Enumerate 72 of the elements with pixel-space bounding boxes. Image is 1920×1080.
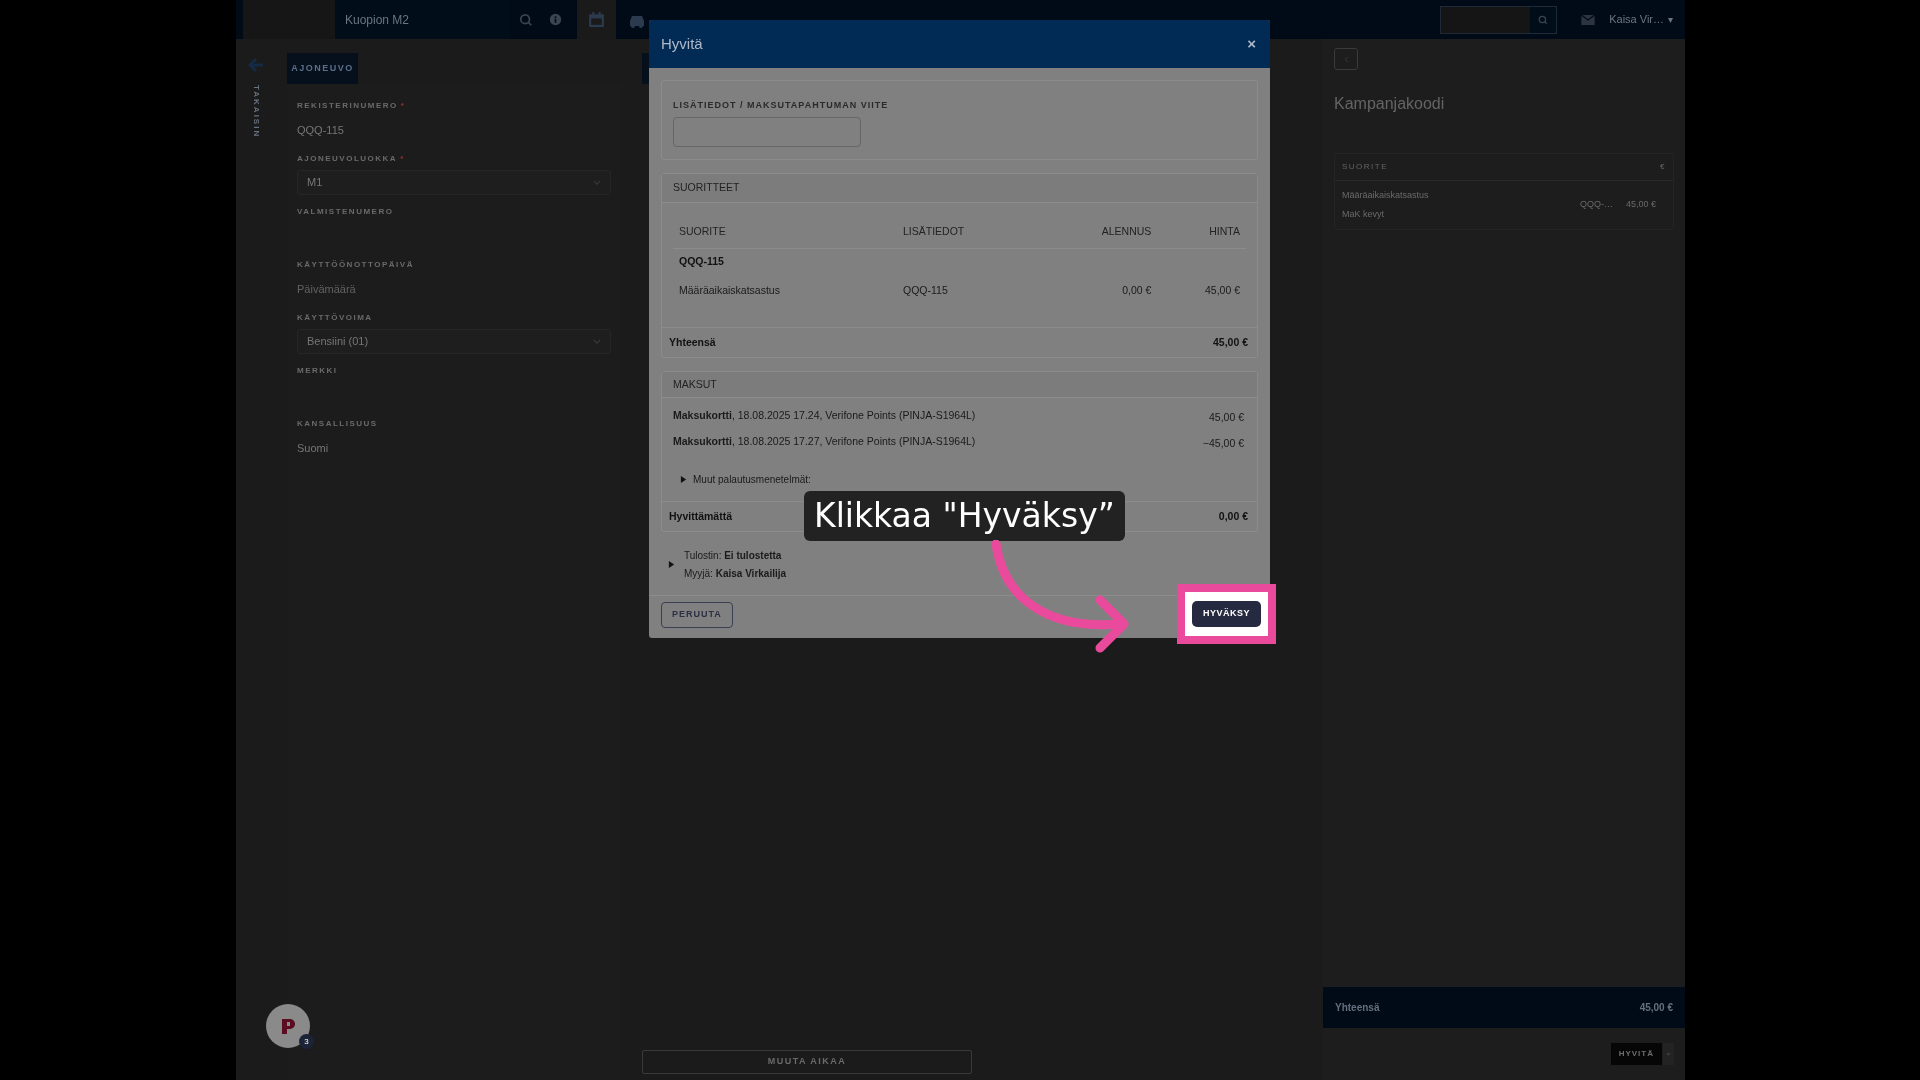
payment-line: Maksukortti, 18.08.2025 17.24, Verifone Points (PINJA-S1964L) [673,408,976,423]
other-methods-toggle[interactable]: Muut palautusmenetelmät: [680,472,1246,487]
required-mark: * [400,153,405,165]
service-name: Määräaikaiskatsastus [1342,189,1430,202]
back-label[interactable]: TAKAISIN [250,85,262,139]
remaining-amount: 0,00 € [1218,508,1248,524]
payment-line: Maksukortti, 18.08.2025 17.27, Verifone Points (PINJA-S1964L) [673,434,976,449]
info-icon[interactable] [549,13,562,26]
group-title: QQQ-115 [678,254,725,270]
payment-amount: −45,00 € [1202,436,1244,452]
service-detail: MaK kevyt [1342,207,1385,221]
table-cell-text: QQQ-… [1580,198,1614,212]
field-label: AJONEUVOLUOKKA [297,153,398,165]
total-amount: 45,00 € [1212,334,1248,350]
remaining-label: Hyvittämättä [669,508,733,524]
user-menu[interactable]: Kaisa Vir… [1609,11,1664,28]
cancel-button[interactable]: PERUUTA [661,602,733,628]
total-label: Yhteensä [669,334,716,350]
search-icon[interactable] [1538,14,1549,25]
search-field[interactable] [1440,5,1558,34]
column-header: SUORITE [679,224,727,240]
field-label: VALMISTENUMERO [297,206,394,218]
column-header: ALENNUS [1100,224,1152,240]
section-header: MAKSUT [673,376,717,392]
back-button[interactable] [1334,48,1358,70]
table-cell-text: 0,00 € [1121,283,1152,299]
select-field[interactable]: Bensiini (01) [297,329,611,354]
close-button[interactable]: × [1247,32,1256,56]
table-cell-text: 45,00 € [1203,283,1240,299]
info-line: Myyjä: Kaisa Virkailija [684,567,787,581]
table-cell-text: QQQ-115 [903,283,949,299]
change-time-button[interactable]: MUUTA AIKAA [642,1050,972,1074]
search-icon[interactable] [519,12,533,27]
field-label: KÄYTTÖVOIMA [297,312,373,324]
field-label: MERKKI [297,365,338,377]
payment-amount: 45,00 € [1208,410,1244,426]
select-field[interactable]: M1 [297,170,611,195]
field-label: LISÄTIEDOT / MAKSUTAPAHTUMAN VIITE [673,99,890,112]
required-mark: * [400,100,406,112]
field-value: Suomi [297,441,330,456]
table-cell-text: 45,00 € [1626,198,1658,212]
back-arrow-icon[interactable] [248,57,264,73]
field-label: KÄYTTÖÖNOTTOPÄIVÄ [297,259,414,271]
chevron-down-icon [593,180,601,185]
triangle-icon [680,475,687,484]
dropdown-button[interactable] [1663,1043,1674,1065]
column-header: € [1660,161,1666,173]
total-label: Yhteensä [1335,1001,1380,1015]
column-header: LISÄTIEDOT [903,224,966,240]
table-cell-text: Määräaikaiskatsastus [679,283,781,299]
field-value: QQQ-115 [297,123,345,138]
info-line: Tulostin: Ei tulostetta [684,549,783,563]
calendar-icon [588,11,605,28]
dialog-title: Hyvitä [661,33,703,54]
field-label: KANSALLISUUS [297,418,378,430]
approve-button[interactable]: HYVÄKSY [1192,601,1261,627]
total-amount: 45,00 € [1639,1001,1673,1015]
date-field[interactable]: Päivämäärä [297,281,611,298]
reference-input[interactable] [673,116,861,147]
caret-icon[interactable]: ▾ [1668,12,1673,27]
column-header: HINTA [1208,224,1240,240]
panel-title: Kampanjakoodi [1334,94,1446,114]
triangle-icon[interactable] [668,560,675,569]
section-header: SUORITTEET [673,180,740,196]
chevron-down-icon [593,339,601,344]
vehicle-tab[interactable]: AJONEUVO [287,53,358,84]
tooltip: Klikkaa "Hyväksy” [804,491,1125,541]
mail-icon[interactable] [1581,14,1596,25]
field-label: REKISTERINUMERO [297,100,398,112]
column-header: SUORITE [1342,161,1389,173]
refund-button[interactable]: HYVITÄ [1610,1043,1662,1065]
calendar-tab[interactable] [577,0,616,39]
